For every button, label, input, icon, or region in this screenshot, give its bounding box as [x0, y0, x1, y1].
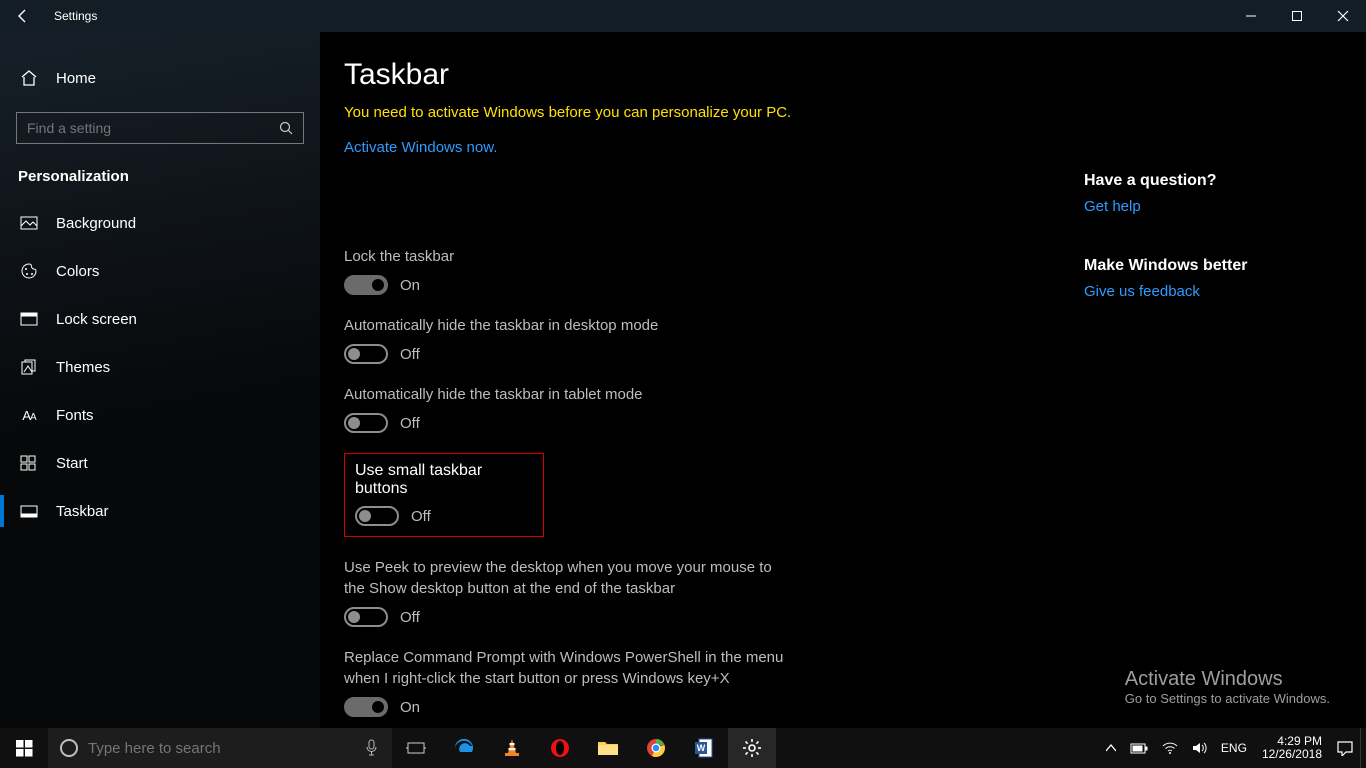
sidebar: Home Personalization Background Colors L…: [0, 32, 320, 728]
sidebar-item-label: Background: [56, 215, 136, 232]
taskbar-app-word[interactable]: W: [680, 728, 728, 768]
toggle-lock-taskbar[interactable]: [344, 275, 388, 295]
clock-date: 12/26/2018: [1262, 748, 1322, 761]
tray-overflow-button[interactable]: [1099, 728, 1123, 768]
app-title: Settings: [54, 9, 97, 23]
back-button[interactable]: [14, 7, 32, 25]
taskbar-app-explorer[interactable]: [584, 728, 632, 768]
fonts-icon: AA: [20, 408, 38, 423]
sidebar-item-colors[interactable]: Colors: [0, 247, 320, 295]
wifi-icon[interactable]: [1155, 728, 1185, 768]
palette-icon: [20, 262, 38, 280]
toggle-state: Off: [411, 508, 431, 525]
toggle-autohide-desktop[interactable]: [344, 344, 388, 364]
home-icon: [20, 69, 38, 87]
taskbar-app-chrome[interactable]: [632, 728, 680, 768]
setting-label: Replace Command Prompt with Windows Powe…: [344, 647, 784, 689]
clock[interactable]: 4:29 PM 12/26/2018: [1254, 735, 1330, 761]
task-view-button[interactable]: [392, 728, 440, 768]
maximize-button[interactable]: [1274, 0, 1320, 32]
sidebar-item-label: Colors: [56, 263, 99, 280]
toggle-small-buttons[interactable]: [355, 506, 399, 526]
feedback-link[interactable]: Give us feedback: [1084, 283, 1324, 300]
sidebar-item-lockscreen[interactable]: Lock screen: [0, 295, 320, 343]
taskbar-app-edge[interactable]: [440, 728, 488, 768]
sidebar-item-label: Taskbar: [56, 503, 109, 520]
toggle-autohide-tablet[interactable]: [344, 413, 388, 433]
search-input[interactable]: [27, 120, 279, 136]
toggle-state: Off: [400, 346, 420, 363]
setting-autohide-tablet: Automatically hide the taskbar in tablet…: [344, 384, 784, 433]
taskbar-app-settings[interactable]: [728, 728, 776, 768]
setting-label: Use small taskbar buttons: [355, 462, 533, 498]
activate-link[interactable]: Activate Windows now.: [344, 139, 497, 156]
search-icon: [279, 121, 293, 135]
setting-label: Use Peek to preview the desktop when you…: [344, 557, 784, 599]
sidebar-item-background[interactable]: Background: [0, 199, 320, 247]
taskbar-app-vlc[interactable]: [488, 728, 536, 768]
titlebar: Settings: [0, 0, 1366, 32]
sidebar-item-taskbar[interactable]: Taskbar: [0, 487, 320, 535]
sidebar-item-label: Themes: [56, 359, 110, 376]
main-content: Taskbar You need to activate Windows bef…: [320, 32, 1366, 728]
get-help-link[interactable]: Get help: [1084, 198, 1324, 215]
close-button[interactable]: [1320, 0, 1366, 32]
watermark-subtitle: Go to Settings to activate Windows.: [1125, 691, 1330, 706]
taskbar-app-opera[interactable]: [536, 728, 584, 768]
themes-icon: [20, 358, 38, 376]
toggle-state: Off: [400, 609, 420, 626]
sidebar-item-label: Fonts: [56, 407, 94, 424]
svg-text:W: W: [697, 743, 706, 753]
feedback-header: Make Windows better: [1084, 257, 1324, 275]
toggle-state: On: [400, 277, 420, 294]
setting-small-buttons-highlight: Use small taskbar buttons Off: [344, 453, 544, 537]
sidebar-item-start[interactable]: Start: [0, 439, 320, 487]
setting-autohide-desktop: Automatically hide the taskbar in deskto…: [344, 315, 784, 364]
sidebar-item-fonts[interactable]: AA Fonts: [0, 391, 320, 439]
sidebar-item-themes[interactable]: Themes: [0, 343, 320, 391]
picture-icon: [20, 216, 38, 230]
volume-icon[interactable]: [1185, 728, 1214, 768]
language-indicator[interactable]: ENG: [1214, 728, 1254, 768]
start-icon: [20, 455, 38, 471]
toggle-state: On: [400, 699, 420, 716]
toggle-peek[interactable]: [344, 607, 388, 627]
page-title: Taskbar: [344, 58, 1366, 92]
action-center-button[interactable]: [1330, 728, 1360, 768]
activation-warning: You need to activate Windows before you …: [344, 104, 1366, 121]
lockscreen-icon: [20, 312, 38, 326]
section-header: Personalization: [0, 164, 320, 199]
taskbar-icon: [20, 505, 38, 518]
setting-label: Automatically hide the taskbar in deskto…: [344, 315, 784, 336]
minimize-button[interactable]: [1228, 0, 1274, 32]
toggle-powershell[interactable]: [344, 697, 388, 717]
sidebar-item-label: Lock screen: [56, 311, 137, 328]
sidebar-item-label: Start: [56, 455, 88, 472]
cortana-icon: [60, 739, 78, 757]
home-button[interactable]: Home: [0, 60, 320, 96]
setting-label: Lock the taskbar: [344, 246, 784, 267]
show-desktop-button[interactable]: [1360, 728, 1366, 768]
activation-watermark: Activate Windows Go to Settings to activ…: [1125, 668, 1330, 706]
windows-taskbar: W ENG 4:29 PM 12/26/2018: [0, 728, 1366, 768]
right-column: Have a question? Get help Make Windows b…: [1084, 172, 1324, 342]
setting-peek: Use Peek to preview the desktop when you…: [344, 557, 784, 627]
start-button[interactable]: [0, 728, 48, 768]
battery-icon[interactable]: [1123, 728, 1155, 768]
toggle-state: Off: [400, 415, 420, 432]
system-tray: ENG 4:29 PM 12/26/2018: [1099, 728, 1366, 768]
watermark-title: Activate Windows: [1125, 668, 1330, 691]
taskbar-search-input[interactable]: [88, 740, 355, 757]
help-header: Have a question?: [1084, 172, 1324, 190]
setting-label: Automatically hide the taskbar in tablet…: [344, 384, 784, 405]
search-box[interactable]: [16, 112, 304, 144]
setting-powershell: Replace Command Prompt with Windows Powe…: [344, 647, 784, 717]
taskbar-search[interactable]: [48, 728, 392, 768]
home-label: Home: [56, 70, 96, 87]
mic-icon[interactable]: [365, 739, 392, 757]
setting-lock-taskbar: Lock the taskbar On: [344, 246, 784, 295]
